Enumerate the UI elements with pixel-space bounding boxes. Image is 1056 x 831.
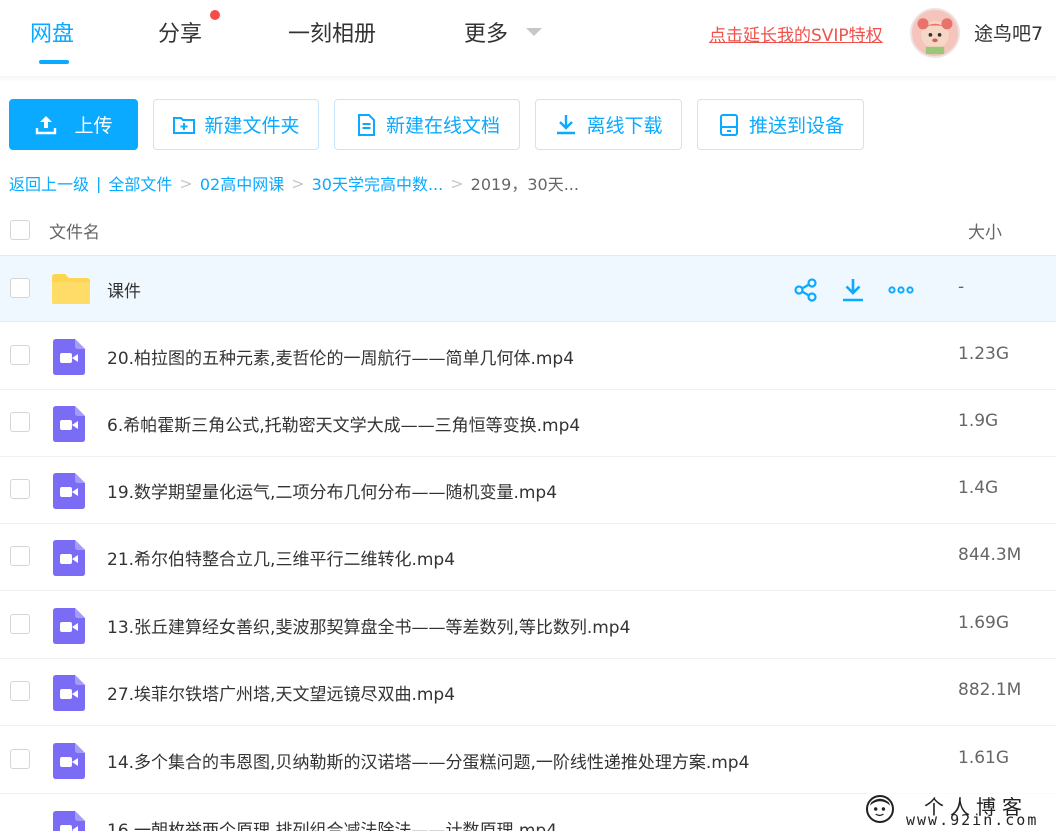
video-file-icon bbox=[53, 339, 85, 375]
upload-icon bbox=[36, 115, 57, 134]
video-file-icon bbox=[53, 406, 85, 442]
cartoon-avatar-icon bbox=[917, 18, 953, 55]
file-row[interactable]: 21.希尔伯特整合立几,三维平行二维转化.mp4 844.3M bbox=[0, 524, 1056, 591]
offline-download-label: 离线下载 bbox=[586, 115, 663, 137]
row-checkbox[interactable] bbox=[10, 749, 30, 769]
upload-button[interactable]: 上传 bbox=[9, 99, 138, 150]
column-header-name[interactable]: 文件名 bbox=[49, 218, 100, 243]
upload-label: 上传 bbox=[74, 115, 113, 137]
breadcrumb-chevron-icon: > bbox=[450, 173, 464, 193]
file-row[interactable]: 6.希帕霍斯三角公式,托勒密天文学大成——三角恒等变换.mp4 1.9G bbox=[0, 390, 1056, 457]
video-file-icon bbox=[53, 675, 85, 711]
username[interactable]: 途鸟吧7 bbox=[974, 19, 1043, 46]
video-file-icon bbox=[53, 473, 85, 509]
document-icon bbox=[357, 113, 375, 136]
file-name[interactable]: 6.希帕霍斯三角公式,托勒密天文学大成——三角恒等变换.mp4 bbox=[107, 411, 580, 436]
file-size: - bbox=[958, 277, 965, 297]
file-name[interactable]: 16.一朝枚举两个原理,排列组合减法除法——计数原理.mp4 bbox=[107, 816, 557, 831]
column-header-size[interactable]: 大小 bbox=[968, 218, 1002, 243]
file-name[interactable]: 13.张丘建算经女善织,斐波那契算盘全书——等差数列,等比数列.mp4 bbox=[107, 613, 630, 638]
file-row[interactable]: 14.多个集合的韦恩图,贝纳勒斯的汉诺塔——分蛋糕问题,一阶线性递推处理方案.m… bbox=[0, 727, 1056, 794]
watermark-face-icon bbox=[866, 795, 894, 823]
file-name[interactable]: 课件 bbox=[107, 277, 141, 302]
new-online-doc-label: 新建在线文档 bbox=[385, 115, 500, 137]
breadcrumb-current: 2019，30天... bbox=[470, 175, 579, 194]
new-folder-button[interactable]: 新建文件夹 bbox=[153, 99, 319, 150]
breadcrumb: 返回上一级 | 全部文件 > 02高中网课 > 30天学完高中数... > 20… bbox=[9, 171, 579, 195]
chevron-down-icon[interactable] bbox=[526, 28, 542, 36]
tab-more[interactable]: 更多 bbox=[464, 16, 508, 48]
breadcrumb-divider: | bbox=[96, 173, 102, 193]
video-file-icon bbox=[53, 811, 85, 831]
breadcrumb-back[interactable]: 返回上一级 bbox=[9, 171, 89, 195]
file-name[interactable]: 14.多个集合的韦恩图,贝纳勒斯的汉诺塔——分蛋糕问题,一阶线性递推处理方案.m… bbox=[107, 748, 749, 773]
new-folder-icon bbox=[173, 116, 196, 134]
tab-album[interactable]: 一刻相册 bbox=[288, 16, 376, 48]
file-size: 882.1M bbox=[958, 680, 1022, 700]
file-name[interactable]: 27.埃菲尔铁塔广州塔,天文望远镜尽双曲.mp4 bbox=[107, 680, 455, 705]
new-folder-label: 新建文件夹 bbox=[204, 115, 300, 137]
nav-divider bbox=[0, 76, 1056, 82]
row-checkbox[interactable] bbox=[10, 278, 30, 298]
push-to-device-button[interactable]: 推送到设备 bbox=[697, 99, 864, 150]
file-size: 1.4G bbox=[958, 478, 999, 498]
file-row[interactable]: 27.埃菲尔铁塔广州塔,天文望远镜尽双曲.mp4 882.1M bbox=[0, 659, 1056, 726]
share-icon[interactable] bbox=[793, 277, 819, 303]
row-checkbox[interactable] bbox=[10, 412, 30, 432]
breadcrumb-chevron-icon: > bbox=[179, 173, 193, 193]
download-icon[interactable] bbox=[840, 277, 866, 303]
breadcrumb-level-2[interactable]: 30天学完高中数... bbox=[312, 171, 444, 195]
file-size: 1.61G bbox=[958, 748, 1010, 768]
file-name[interactable]: 19.数学期望量化运气,二项分布几何分布——随机变量.mp4 bbox=[107, 478, 557, 503]
breadcrumb-chevron-icon: > bbox=[291, 173, 305, 193]
file-size: 1.23G bbox=[958, 344, 1010, 364]
file-row[interactable]: 19.数学期望量化运气,二项分布几何分布——随机变量.mp4 1.4G bbox=[0, 457, 1056, 524]
top-nav: 网盘 分享 一刻相册 更多 点击延长我的SVIP特权 途鸟吧7 bbox=[0, 0, 1056, 66]
file-size: 844.3M bbox=[958, 545, 1022, 565]
push-to-device-label: 推送到设备 bbox=[748, 115, 844, 137]
file-name[interactable]: 20.柏拉图的五种元素,麦哲伦的一周航行——简单几何体.mp4 bbox=[107, 344, 574, 369]
video-file-icon bbox=[53, 540, 85, 576]
download-icon bbox=[557, 114, 576, 134]
folder-icon bbox=[52, 274, 90, 304]
file-size: 1.69G bbox=[958, 613, 1010, 633]
row-checkbox[interactable] bbox=[10, 614, 30, 634]
row-checkbox[interactable] bbox=[10, 681, 30, 701]
video-file-icon bbox=[53, 743, 85, 779]
file-row[interactable]: 13.张丘建算经女善织,斐波那契算盘全书——等差数列,等比数列.mp4 1.69… bbox=[0, 592, 1056, 659]
row-checkbox[interactable] bbox=[10, 345, 30, 365]
more-options-icon[interactable] bbox=[888, 277, 914, 303]
file-row[interactable]: 20.柏拉图的五种元素,麦哲伦的一周航行——简单几何体.mp4 1.23G bbox=[0, 323, 1056, 390]
row-checkbox[interactable] bbox=[10, 479, 30, 499]
file-list-header: 文件名 大小 bbox=[0, 205, 1056, 255]
notification-dot bbox=[210, 10, 220, 20]
watermark-url: www.92in.com bbox=[906, 811, 1039, 829]
new-online-doc-button[interactable]: 新建在线文档 bbox=[334, 99, 520, 150]
breadcrumb-level-1[interactable]: 02高中网课 bbox=[200, 171, 284, 195]
tab-share[interactable]: 分享 bbox=[158, 16, 202, 48]
blog-watermark: 个人博客 www.92in.com bbox=[866, 793, 1056, 831]
video-file-icon bbox=[53, 608, 85, 644]
breadcrumb-all-files[interactable]: 全部文件 bbox=[108, 171, 172, 195]
tab-netdisk[interactable]: 网盘 bbox=[30, 16, 74, 48]
select-all-checkbox[interactable] bbox=[10, 220, 30, 240]
file-name[interactable]: 21.希尔伯特整合立几,三维平行二维转化.mp4 bbox=[107, 545, 455, 570]
row-checkbox[interactable] bbox=[10, 546, 30, 566]
offline-download-button[interactable]: 离线下载 bbox=[535, 99, 682, 150]
active-tab-indicator bbox=[39, 60, 69, 64]
file-row-folder[interactable]: 课件 - bbox=[0, 255, 1056, 322]
device-icon bbox=[719, 113, 738, 136]
avatar[interactable] bbox=[910, 8, 960, 58]
svip-renew-link[interactable]: 点击延长我的SVIP特权 bbox=[709, 21, 883, 46]
file-size: 1.9G bbox=[958, 411, 999, 431]
